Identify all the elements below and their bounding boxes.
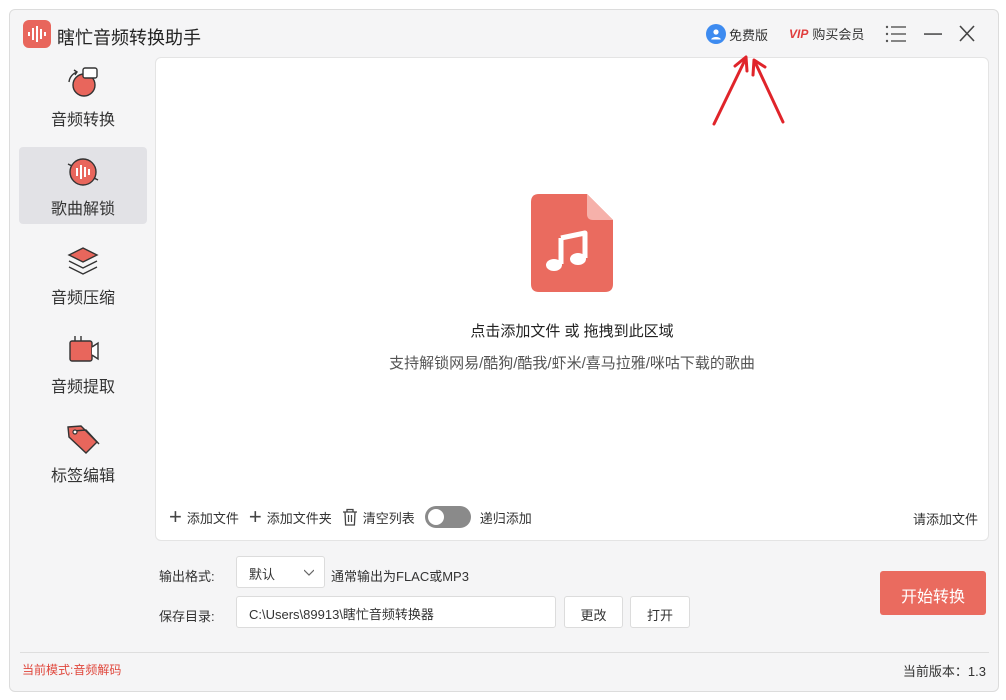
sidebar-item-label: 音频转换: [50, 112, 115, 129]
change-dir-button[interactable]: 更改: [564, 596, 623, 628]
chevron-down-icon: [304, 569, 314, 576]
file-drop-zone[interactable]: 点击添加文件 或 拖拽到此区域 支持解锁网易/酷狗/酷我/虾米/喜马拉雅/咪咕下…: [155, 57, 989, 541]
sidebar-item-song-unlock[interactable]: 歌曲解锁: [19, 147, 147, 224]
footer-divider: [20, 652, 989, 653]
buy-vip-label: 购买会员: [812, 27, 865, 42]
free-version-badge[interactable]: 免费版: [706, 24, 768, 44]
sidebar-item-tag-edit[interactable]: 标签编辑: [19, 414, 147, 491]
sidebar-item-audio-compress[interactable]: 音频压缩: [19, 236, 147, 313]
file-status-text: 请添加文件: [912, 512, 978, 527]
sidebar-item-audio-extract[interactable]: 音频提取: [19, 325, 147, 402]
app-window: 瞎忙音频转换助手 免费版 VIP 购买会员 音频转换 歌曲解锁 音频压缩 音频提…: [9, 9, 999, 692]
output-format-value: 默认: [249, 567, 276, 582]
buy-vip-link[interactable]: VIP 购买会员: [789, 24, 864, 43]
save-dir-field[interactable]: C:\Users\89913\瞎忙音频转换器: [236, 596, 556, 628]
close-button[interactable]: [956, 24, 978, 44]
add-file-label: 添加文件: [186, 510, 239, 526]
toggle-knob: [427, 509, 444, 525]
file-toolbar: + 添加文件 + 添加文件夹 清空列表 递归添加: [169, 505, 532, 529]
output-format-label: 输出格式:: [159, 569, 215, 584]
minimize-button[interactable]: [922, 24, 944, 44]
recursive-add-label: 递归添加: [479, 510, 532, 526]
plus-icon: +: [169, 504, 182, 529]
user-icon: [706, 24, 726, 44]
trash-icon: [342, 508, 357, 526]
output-format-hint: 通常输出为FLAC或MP3: [331, 569, 469, 584]
song-unlock-icon: [67, 158, 99, 186]
drop-zone-title: 点击添加文件 或 拖拽到此区域: [470, 323, 674, 340]
save-dir-label: 保存目录:: [159, 609, 215, 624]
output-format-select[interactable]: 默认: [236, 556, 325, 588]
version-text: 当前版本：1.3: [902, 664, 986, 679]
drop-zone-subtitle: 支持解锁网易/酷狗/酷我/虾米/喜马拉雅/咪咕下载的歌曲: [389, 355, 755, 372]
layers-compress-icon: [67, 247, 99, 275]
sidebar-item-label: 音频压缩: [50, 290, 115, 307]
add-folder-button[interactable]: + 添加文件夹: [248, 504, 332, 529]
sidebar-item-label: 标签编辑: [50, 468, 115, 485]
tag-edit-icon: [67, 425, 100, 454]
menu-icon: [885, 25, 906, 43]
sidebar-item-label: 音频提取: [50, 379, 115, 396]
free-version-label: 免费版: [729, 27, 769, 43]
sidebar: 音频转换 歌曲解锁 音频压缩 音频提取 标签编辑: [19, 58, 147, 503]
close-icon: [959, 25, 975, 42]
minimize-icon: [924, 33, 942, 35]
music-file-icon[interactable]: [531, 194, 613, 292]
current-mode-text: 当前模式:音频解码: [22, 663, 122, 677]
clear-list-label: 清空列表: [362, 510, 415, 526]
open-dir-button[interactable]: 打开: [630, 596, 690, 628]
app-title: 瞎忙音频转换助手: [57, 28, 201, 48]
video-extract-icon: [69, 336, 99, 362]
clear-list-button[interactable]: 清空列表: [342, 508, 415, 527]
title-bar: 瞎忙音频转换助手 免费版 VIP 购买会员: [10, 10, 998, 58]
app-logo-icon: [23, 20, 51, 48]
plus-icon: +: [248, 504, 262, 529]
audio-convert-icon: [68, 67, 98, 97]
add-folder-label: 添加文件夹: [266, 510, 332, 526]
sidebar-item-audio-convert[interactable]: 音频转换: [19, 58, 147, 135]
recursive-add-toggle[interactable]: [424, 506, 471, 528]
sidebar-item-label: 歌曲解锁: [50, 201, 115, 218]
menu-button[interactable]: [885, 24, 907, 44]
vip-icon: VIP: [789, 26, 809, 41]
add-file-button[interactable]: + 添加文件: [169, 504, 239, 529]
start-convert-button[interactable]: 开始转换: [880, 571, 986, 615]
